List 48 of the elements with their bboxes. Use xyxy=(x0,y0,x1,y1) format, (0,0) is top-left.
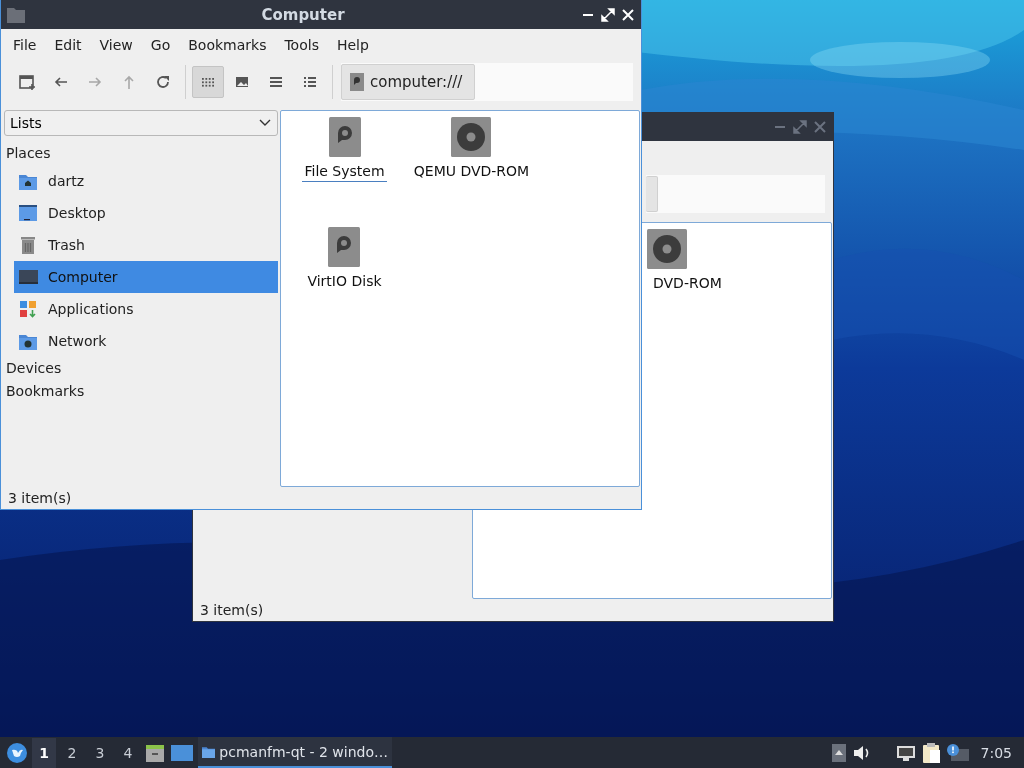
hard-drive-icon xyxy=(328,227,361,267)
icon-view-button[interactable] xyxy=(192,66,224,98)
menu-item[interactable]: File xyxy=(4,32,46,57)
path-bar[interactable]: computer:/// xyxy=(341,63,633,101)
menu-item[interactable]: Edit xyxy=(45,32,91,57)
window-title: Computer xyxy=(260,5,346,24)
sidebar-section-header[interactable]: Places xyxy=(4,142,278,165)
desktop-switch[interactable]: 4 xyxy=(116,737,140,768)
sidebar-item[interactable]: Applications xyxy=(14,293,278,325)
desktop-switch[interactable]: 2 xyxy=(60,737,84,768)
applications-icon xyxy=(18,299,38,319)
clock[interactable]: 7:05 xyxy=(980,744,1012,761)
sidebar-item[interactable]: Trash xyxy=(14,229,278,261)
desktop-switch[interactable]: 1 xyxy=(32,737,56,768)
drive-item[interactable]: DVD-ROM xyxy=(647,229,722,292)
desktop-icon[interactable] xyxy=(170,742,194,763)
sidebar-item[interactable]: Network xyxy=(14,325,278,357)
trash-icon xyxy=(18,235,38,255)
sidebar-item[interactable]: dartz xyxy=(14,165,278,197)
start-menu-icon[interactable] xyxy=(6,741,28,764)
side-pane-dropdown[interactable]: Lists xyxy=(4,110,278,136)
menu-item[interactable]: Bookmarks xyxy=(179,32,276,57)
clipboard-icon[interactable] xyxy=(920,741,941,764)
desktop-switch[interactable]: 3 xyxy=(88,737,112,768)
notification-icon[interactable] xyxy=(944,742,971,763)
drive-item[interactable]: VirtIO Disk xyxy=(305,227,384,292)
menu-item[interactable]: View xyxy=(90,32,142,57)
menu-item[interactable]: Go xyxy=(141,32,180,57)
monitor-icon xyxy=(18,267,38,287)
drive-item[interactable]: QEMU DVD-ROM xyxy=(411,117,532,182)
window-plus-icon xyxy=(18,73,36,91)
menu-item[interactable]: Tools xyxy=(275,32,328,57)
folder-icon xyxy=(7,6,25,23)
hard-drive-icon xyxy=(328,117,361,157)
chevron-down-icon xyxy=(259,119,271,127)
menu-item[interactable]: Help xyxy=(327,32,378,57)
path-button[interactable]: computer:/// xyxy=(341,64,475,100)
sidebar-item[interactable]: Desktop xyxy=(14,197,278,229)
sidebar-item[interactable]: Computer xyxy=(14,261,278,293)
status-text: 3 item(s) xyxy=(8,490,72,506)
reload-icon xyxy=(154,73,172,91)
hard-drive-icon xyxy=(350,73,364,91)
sidebar-section-header[interactable]: Bookmarks xyxy=(4,380,278,403)
status-text: 3 item(s) xyxy=(200,602,264,618)
sidebar-section-header[interactable]: Devices xyxy=(4,357,278,380)
drive-item[interactable]: File System xyxy=(302,117,387,182)
desktop-icon xyxy=(18,203,38,223)
task-button[interactable]: pcmanfm-qt - 2 windo… xyxy=(198,737,392,768)
